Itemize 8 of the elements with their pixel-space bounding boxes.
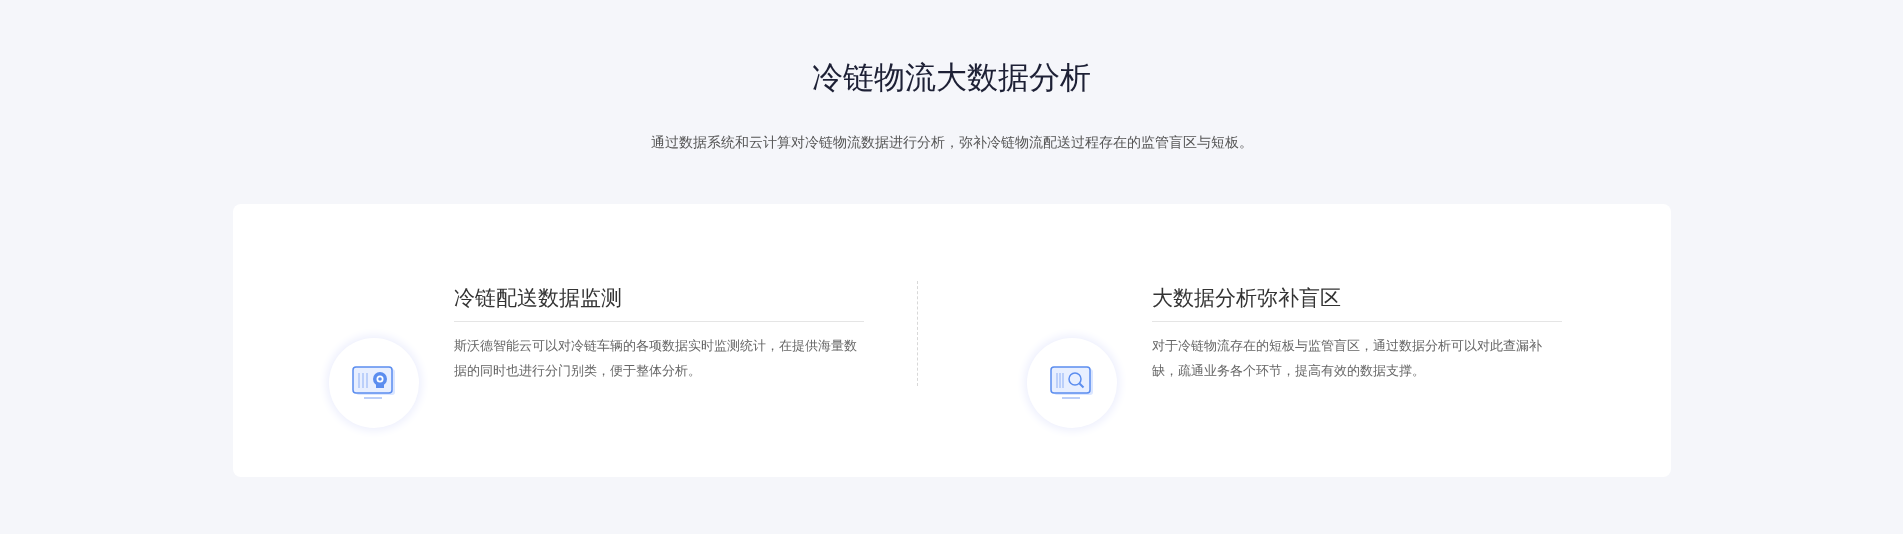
monitor-search-icon	[1049, 366, 1094, 400]
page-title: 冷链物流大数据分析	[811, 58, 1092, 97]
feature-title: 大数据分析弥补盲区	[1151, 286, 1562, 322]
subtitle: 通过数据系统和云计算对冷链物流数据进行分析，弥补冷链物流配送过程存在的监管盲区与短板。	[650, 133, 1253, 152]
monitor-camera-icon	[351, 366, 396, 400]
feature-description: 对于冷链物流存在的短板与监管盲区，通过数据分析可以对此查漏补缺，疏通业务各个环节，提高有效的数据支撑。	[1151, 337, 1543, 380]
feature-description: 斯沃德智能云可以对冷链车辆的各项数据实时监测统计，在提供海量数据的同时也进行分门别类，便于整体分析。	[453, 337, 858, 380]
feature-title: 冷链配送数据监测	[453, 286, 864, 322]
